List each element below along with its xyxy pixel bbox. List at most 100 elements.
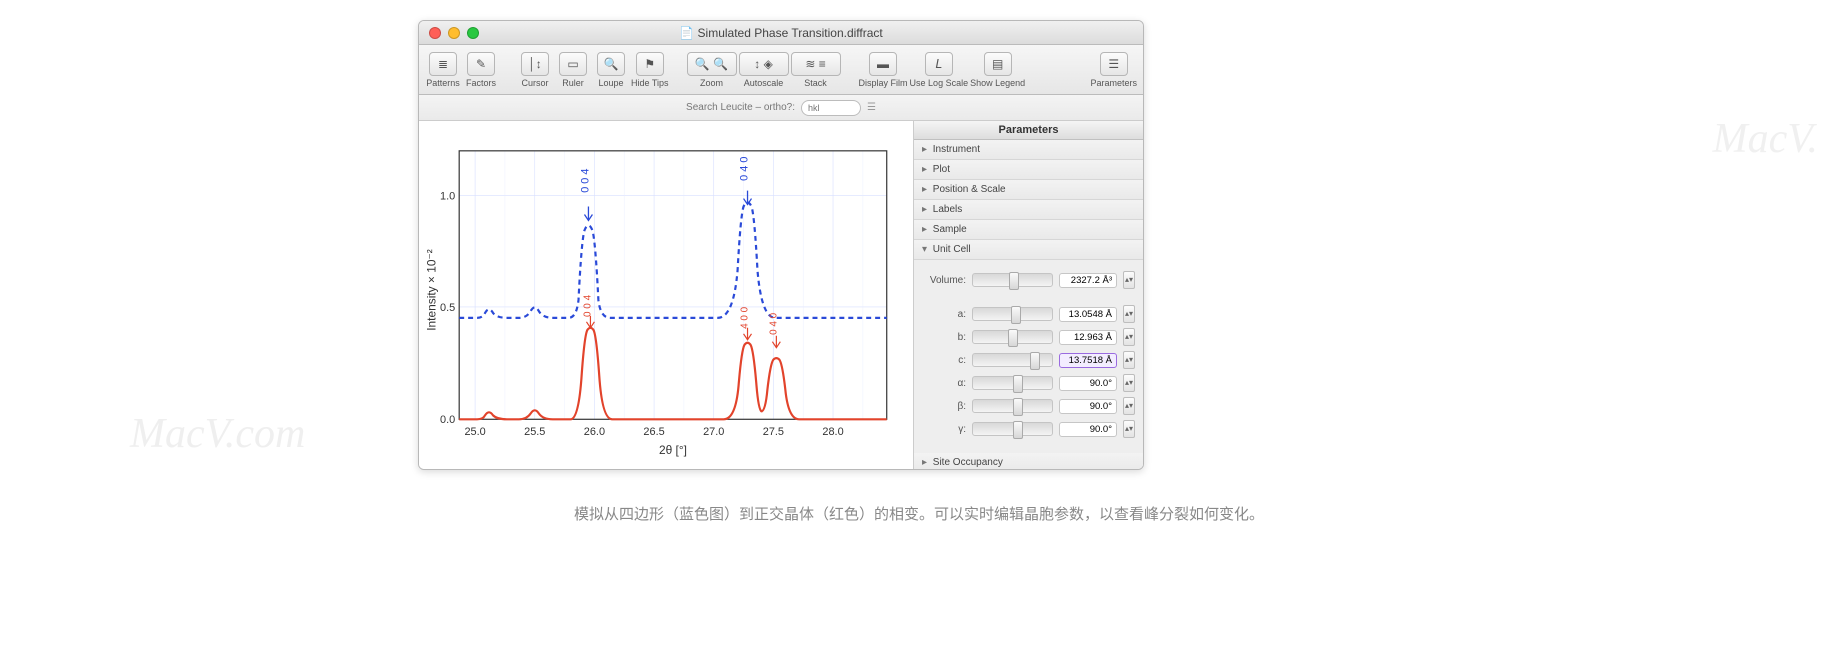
section-instrument[interactable]: ▸ Instrument [914,140,1143,160]
peak-label-red-040: 0 4 0 [768,312,779,335]
search-input[interactable] [801,100,861,116]
svg-text:26.5: 26.5 [643,426,664,438]
section-labels[interactable]: ▸ Labels [914,200,1143,220]
param-label: a: [922,309,966,320]
displayfilm-button[interactable]: ▬Display Film [859,52,908,88]
peak-label-red-004: 0 0 4 [582,294,593,317]
loupe-button[interactable]: 🔍Loupe [593,52,629,88]
legend-icon: ▤ [984,52,1012,76]
b-value[interactable]: 12.963 Å [1059,330,1117,345]
disclosure-right-icon: ▸ [922,144,930,155]
hidetips-button[interactable]: ⚑Hide Tips [631,52,669,88]
param-label: α: [922,378,966,389]
b-slider[interactable] [972,330,1053,344]
volume-value[interactable]: 2327.2 Å³ [1059,273,1117,288]
search-menu-icon[interactable]: ☰ [867,102,876,113]
minimize-icon[interactable] [448,27,460,39]
diffraction-plot[interactable]: 0.0 0.5 1.0 25.025.526.026.527.027.528.0… [419,121,913,469]
svg-text:25.0: 25.0 [464,426,485,438]
stepper-icon[interactable]: ▴▾ [1123,328,1135,346]
magnify-icon: 🔍 🔍 [687,52,737,76]
section-plot[interactable]: ▸ Plot [914,160,1143,180]
zoom-window-icon[interactable] [467,27,479,39]
uselog-button[interactable]: 𝘓Use Log Scale [910,52,969,88]
plot-svg: 0.0 0.5 1.0 25.025.526.026.527.027.528.0… [419,121,913,469]
log-icon: 𝘓 [925,52,953,76]
disclosure-right-icon: ▸ [922,224,930,235]
stepper-icon[interactable]: ▴▾ [1123,397,1135,415]
sliders-icon: ☰ [1100,52,1128,76]
disclosure-right-icon: ▸ [922,164,930,175]
c-slider[interactable] [972,353,1053,367]
ruler-button[interactable]: ▭Ruler [555,52,591,88]
arrow-down-icon [744,191,752,205]
flag-icon: ⚑ [636,52,664,76]
gamma-value[interactable]: 90.0° [1059,422,1117,437]
stepper-icon[interactable]: ▴▾ [1123,374,1135,392]
stepper-icon[interactable]: ▴▾ [1123,271,1135,289]
film-icon: ▬ [869,52,897,76]
svg-text:25.5: 25.5 [524,426,545,438]
param-label: γ: [922,424,966,435]
volume-slider[interactable] [972,273,1053,287]
stack-icon: ≋ ≡ [791,52,841,76]
arrow-down-icon [584,207,592,221]
beta-value[interactable]: 90.0° [1059,399,1117,414]
disclosure-right-icon: ▸ [922,204,930,215]
cursor-icon: │↕ [521,52,549,76]
c-value[interactable]: 13.7518 Å [1059,353,1117,368]
search-bar: Search Leucite – ortho?: ☰ [419,95,1143,121]
stack-button[interactable]: ≋ ≡Stack [791,52,841,88]
caption-text: 模拟从四边形（蓝色图）到正交晶体（红色）的相变。可以实时编辑晶胞参数，以查看峰分… [0,503,1838,524]
svg-text:0.5: 0.5 [440,302,455,314]
stepper-icon[interactable]: ▴▾ [1123,305,1135,323]
svg-text:27.5: 27.5 [763,426,784,438]
titlebar: 📄 Simulated Phase Transition.diffract [419,21,1143,45]
section-site-occupancy[interactable]: ▸ Site Occupancy [914,453,1143,470]
svg-text:26.0: 26.0 [584,426,605,438]
param-label: β: [922,401,966,412]
patterns-button[interactable]: ≣Patterns [425,52,461,88]
legend-button[interactable]: ▤Show Legend [970,52,1025,88]
watermark-right: MacV. [1713,115,1818,163]
list-icon: ≣ [429,52,457,76]
section-position-scale[interactable]: ▸ Position & Scale [914,180,1143,200]
stepper-icon[interactable]: ▴▾ [1123,420,1135,438]
a-value[interactable]: 13.0548 Å [1059,307,1117,322]
param-label: c: [922,355,966,366]
disclosure-right-icon: ▸ [922,457,930,468]
disclosure-right-icon: ▸ [922,184,930,195]
panel-header: Parameters [914,121,1143,140]
parameters-panel: Parameters ▸ Instrument ▸ Plot ▸ Positio… [913,121,1143,469]
gamma-slider[interactable] [972,422,1053,436]
alpha-slider[interactable] [972,376,1053,390]
section-unit-cell[interactable]: ▾ Unit Cell [914,240,1143,260]
parameters-button[interactable]: ☰Parameters [1090,52,1137,88]
zoom-button[interactable]: 🔍 🔍Zoom [687,52,737,88]
alpha-value[interactable]: 90.0° [1059,376,1117,391]
svg-text:2θ [°]: 2θ [°] [659,443,687,457]
factors-icon: ✎ [467,52,495,76]
autoscale-button[interactable]: ↕ ◈Autoscale [739,52,789,88]
beta-slider[interactable] [972,399,1053,413]
a-slider[interactable] [972,307,1053,321]
traffic-lights [419,27,479,39]
svg-text:28.0: 28.0 [822,426,843,438]
svg-text:27.0: 27.0 [703,426,724,438]
app-window: 📄 Simulated Phase Transition.diffract ≣P… [418,20,1144,470]
cursor-button[interactable]: │↕Cursor [517,52,553,88]
window-title: 📄 Simulated Phase Transition.diffract [419,26,1143,40]
unit-cell-body: Volume:2327.2 Å³▴▾ a:13.0548 Å▴▾ b:12.96… [914,260,1143,453]
factors-button[interactable]: ✎Factors [463,52,499,88]
ruler-icon: ▭ [559,52,587,76]
search-label: Search Leucite – ortho?: [686,102,795,113]
param-label: Volume: [922,275,966,286]
close-icon[interactable] [429,27,441,39]
blue-curve [459,203,887,318]
autoscale-icon: ↕ ◈ [739,52,789,76]
toolbar: ≣Patterns ✎Factors │↕Cursor ▭Ruler 🔍Loup… [419,45,1143,95]
peak-label-red-400: 4 0 0 [740,306,751,329]
loupe-icon: 🔍 [597,52,625,76]
section-sample[interactable]: ▸ Sample [914,220,1143,240]
stepper-icon[interactable]: ▴▾ [1123,351,1135,369]
